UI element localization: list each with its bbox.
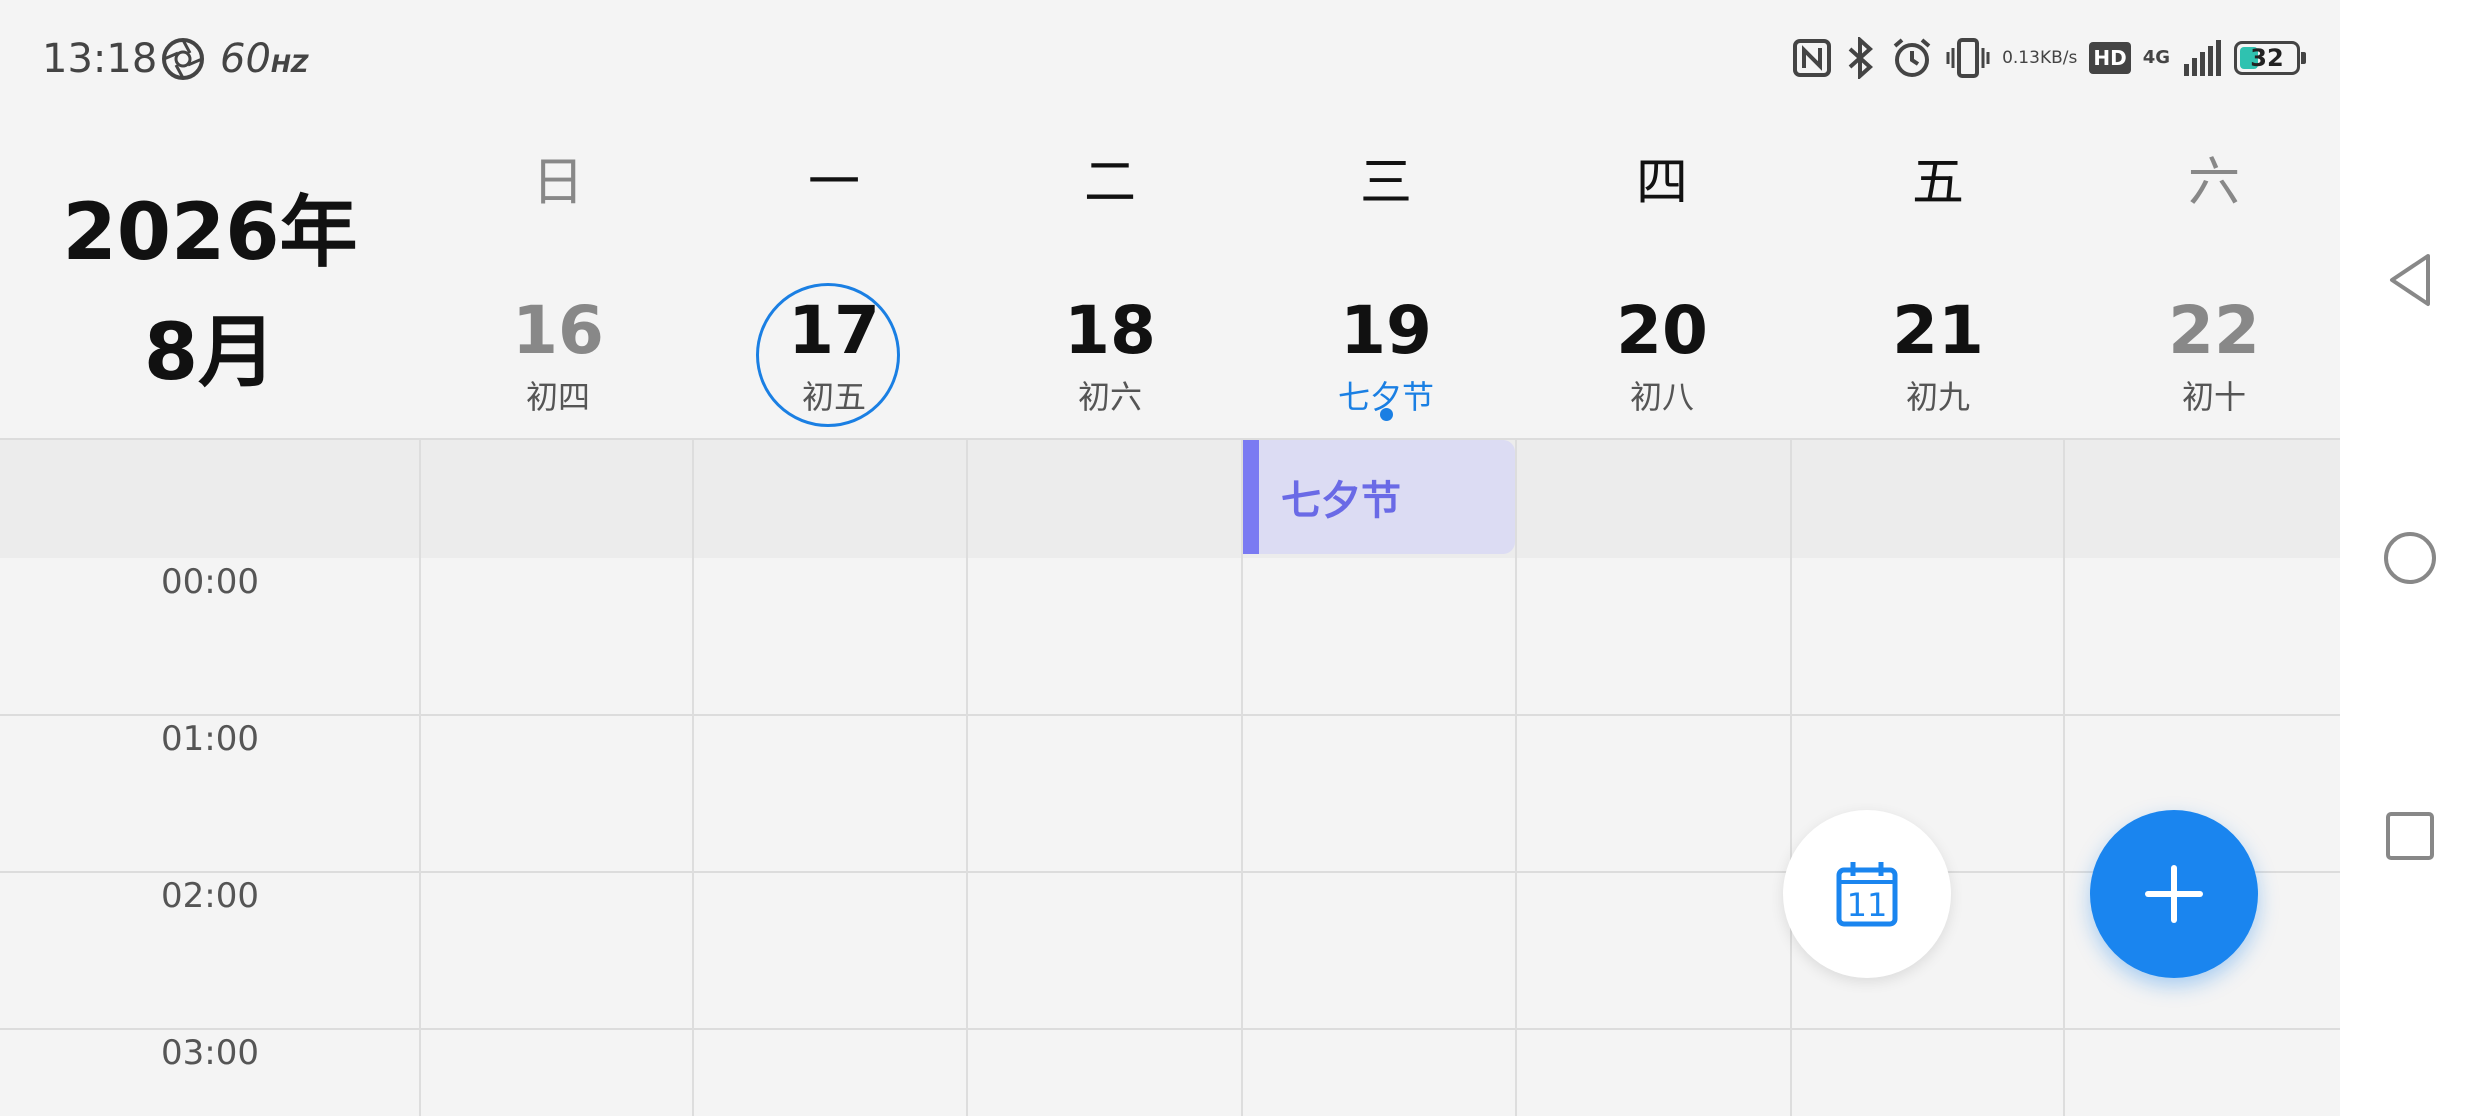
status-bar: 13:18 60HZ 0.13 KB/s HD 4G 32	[0, 0, 2340, 120]
refresh-rate: 60HZ	[220, 36, 309, 82]
lunar-date: 初八	[1629, 378, 1694, 416]
calendar-app: 13:18 60HZ 0.13 KB/s HD 4G 32 2026年 8月 日…	[0, 0, 2340, 1116]
date-number: 16	[512, 292, 604, 369]
calendar-today-icon: 11	[1836, 862, 1898, 927]
event-title: 七夕节	[1281, 478, 1401, 524]
vibrate-icon	[1946, 38, 1990, 78]
weekday-label: 四	[1635, 153, 1688, 213]
system-navigation-bar	[2340, 0, 2480, 1116]
lunar-date: 初十	[2181, 378, 2246, 416]
battery-icon: 32	[2234, 41, 2306, 75]
weekday-label: 日	[531, 153, 584, 213]
lunar-date: 初九	[1905, 378, 1970, 416]
hour-gridline	[0, 714, 2340, 716]
all-day-row[interactable]	[0, 440, 2340, 558]
day-column-tue[interactable]: 二 18 初六	[972, 140, 1248, 440]
network-type: 4G	[2142, 47, 2170, 68]
day-column-fri[interactable]: 五 21 初九	[1800, 140, 2076, 440]
column-divider	[1515, 440, 1517, 1116]
event-color-bar	[1243, 440, 1259, 554]
status-icons: 0.13 KB/s HD 4G 32	[1792, 32, 2306, 84]
back-button[interactable]	[2340, 220, 2480, 340]
home-circle-icon	[2384, 532, 2436, 584]
back-triangle-icon	[2390, 254, 2430, 306]
date-number: 22	[2168, 292, 2260, 369]
alarm-icon	[1893, 38, 1931, 77]
column-divider	[419, 440, 421, 1116]
hour-gridline	[0, 1028, 2340, 1030]
recents-square-icon	[2386, 812, 2434, 860]
signal-icon	[2184, 40, 2221, 76]
go-to-today-button[interactable]: 11	[1783, 810, 1951, 978]
column-divider	[966, 440, 968, 1116]
hour-label: 03:00	[161, 1033, 259, 1073]
hour-gridline	[0, 871, 2340, 873]
date-number: 20	[1616, 292, 1708, 369]
day-column-thu[interactable]: 四 20 初八	[1524, 140, 1800, 440]
date-number: 19	[1340, 292, 1432, 369]
weekday-label: 一	[807, 153, 860, 213]
column-divider	[2063, 440, 2065, 1116]
column-divider	[1790, 440, 1792, 1116]
day-column-sun[interactable]: 日 16 初四	[420, 140, 696, 440]
weekday-label: 二	[1083, 153, 1136, 213]
all-day-event[interactable]: 七夕节	[1243, 440, 1515, 554]
weekday-label: 三	[1359, 153, 1412, 213]
lunar-date: 初五	[801, 378, 866, 416]
today-icon-day: 11	[1847, 886, 1888, 924]
weekday-label: 五	[1911, 153, 1964, 213]
date-number: 21	[1892, 292, 1984, 369]
hour-label: 00:00	[161, 562, 259, 602]
hd-badge: HD	[2089, 42, 2131, 74]
nfc-icon	[1793, 39, 1832, 77]
lunar-date: 初四	[525, 378, 590, 416]
shutter-icon	[162, 38, 204, 80]
day-column-sat[interactable]: 六 22 初十	[2076, 140, 2340, 440]
hour-label: 01:00	[161, 719, 259, 759]
column-divider	[692, 440, 694, 1116]
day-column-wed[interactable]: 三 19 七夕节	[1248, 140, 1524, 440]
year-label: 2026年	[62, 188, 358, 278]
date-number: 17	[788, 292, 880, 369]
month-label: 8月	[143, 308, 277, 398]
date-number: 18	[1064, 292, 1156, 369]
home-button[interactable]	[2340, 498, 2480, 618]
battery-level: 32	[2250, 44, 2284, 72]
bluetooth-icon	[1848, 37, 1874, 79]
add-event-button[interactable]	[2090, 810, 2258, 978]
recents-button[interactable]	[2340, 776, 2480, 896]
hour-label: 02:00	[161, 876, 259, 916]
day-column-mon[interactable]: 一 17 初五	[696, 140, 972, 440]
network-speed: 0.13 KB/s	[2002, 48, 2078, 68]
plus-icon	[2145, 865, 2203, 923]
weekday-label: 六	[2187, 153, 2240, 213]
event-dot	[1380, 408, 1393, 421]
lunar-date: 初六	[1077, 378, 1142, 416]
status-time: 13:18	[42, 36, 158, 82]
